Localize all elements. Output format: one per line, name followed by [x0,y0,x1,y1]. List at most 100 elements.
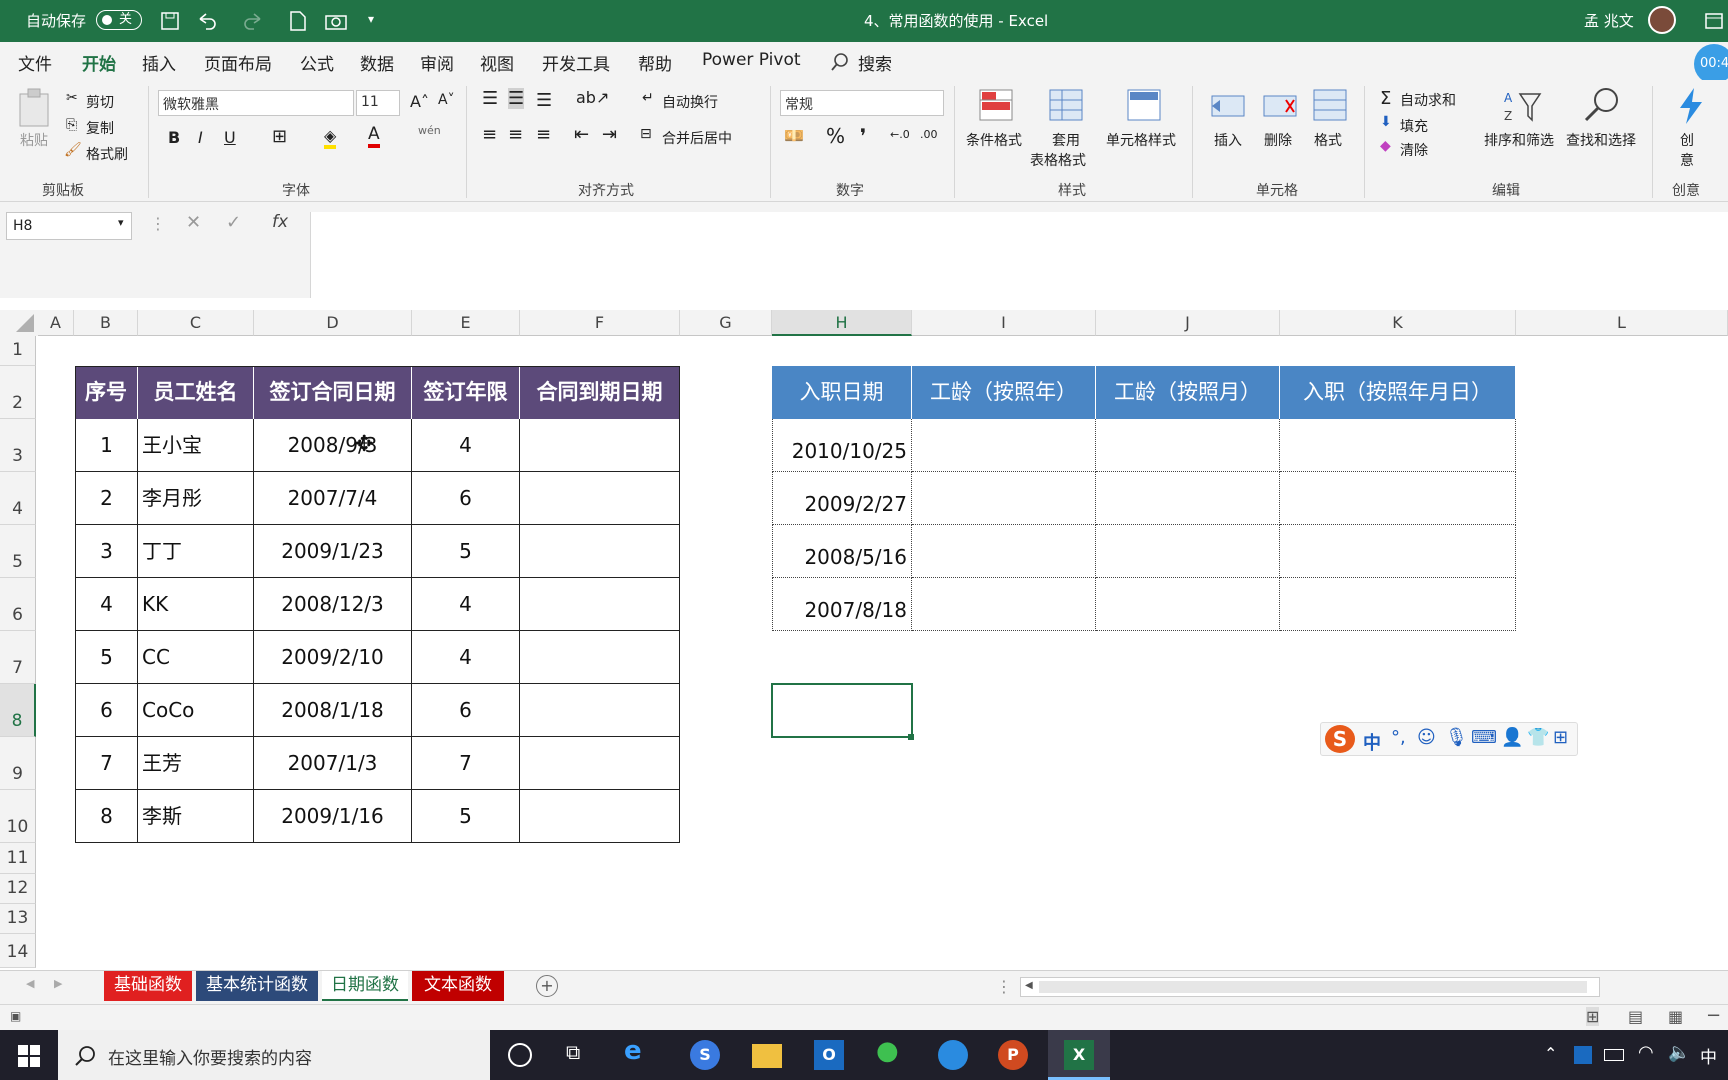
table1-cell[interactable] [520,578,680,631]
row-header-8[interactable]: 8 [0,684,36,737]
emoji-icon[interactable]: ☺ [1417,727,1436,748]
table1-cell[interactable]: 6 [412,684,520,737]
tray-chevron-icon[interactable]: ⌃ [1544,1044,1557,1063]
tab-developer[interactable]: 开发工具 [542,50,610,75]
format-painter-icon[interactable]: 🖌 [64,142,82,158]
table1-cell[interactable] [520,419,680,472]
table2-cell[interactable] [1280,578,1516,631]
conditional-format-button[interactable]: 条件格式 [966,130,1022,150]
normal-view-icon[interactable]: ⊞ [1586,1007,1600,1026]
row-header-7[interactable]: 7 [0,631,36,684]
redo-icon[interactable] [240,11,270,31]
table1-cell[interactable]: 6 [75,684,138,737]
row-header-13[interactable]: 13 [0,904,36,934]
new-file-icon[interactable] [288,10,308,32]
ribbon-display-icon[interactable] [1704,11,1724,31]
increase-indent-icon[interactable]: ⇥ [602,124,617,145]
column-header-d[interactable]: D [254,310,412,336]
feishu-icon[interactable] [938,1040,968,1070]
conditional-format-icon[interactable] [978,88,1014,122]
table1-cell[interactable] [520,472,680,525]
find-select-icon[interactable] [1582,86,1622,124]
row-header-9[interactable]: 9 [0,737,36,790]
fill-button[interactable]: 填充 [1400,116,1428,136]
excel-taskbar-icon[interactable]: X [1048,1030,1110,1080]
table1-header-3[interactable]: 签订年限 [412,366,520,419]
row-header-2[interactable]: 2 [0,366,36,419]
column-header-j[interactable]: J [1096,310,1280,336]
create-button-1[interactable]: 创 [1680,130,1694,150]
format-cells-icon[interactable] [1312,88,1348,122]
row-header-6[interactable]: 6 [0,578,36,631]
paste-icon[interactable] [16,86,52,130]
scroll-right-icon[interactable]: ▶ [54,977,62,990]
ime-toolbar[interactable]: S 中 °, ☺ 🎙 ⌨ 👤 👕 ⊞ [1320,722,1578,756]
table1-header-1[interactable]: 员工姓名 [138,366,254,419]
table1-cell[interactable] [520,684,680,737]
table2-cell[interactable] [912,419,1096,472]
zoom-out-icon[interactable]: − [1706,1005,1721,1026]
table1-cell[interactable] [520,631,680,684]
table2-cell[interactable]: 2008/5/16 [772,525,912,578]
ime-mode-label[interactable]: 中 [1363,729,1381,755]
undo-icon[interactable] [196,11,226,31]
table1-cell[interactable]: 3 [75,525,138,578]
skin-icon[interactable]: 👕 [1527,727,1549,748]
table1-cell[interactable]: CoCo [138,684,254,737]
powerpoint-icon[interactable]: P [998,1040,1028,1070]
table1-cell[interactable]: 8 [75,790,138,843]
tray-outlook-icon[interactable] [1574,1046,1592,1064]
column-header-i[interactable]: I [912,310,1096,336]
ie-icon[interactable]: e [624,1036,642,1066]
cell-styles-button[interactable]: 单元格样式 [1106,130,1176,150]
table1-cell[interactable]: 1 [75,419,138,472]
font-name-select[interactable]: 微软雅黑 [158,90,354,116]
create-button-2[interactable]: 意 [1680,150,1694,170]
table1-cell[interactable]: 6 [412,472,520,525]
font-size-select[interactable]: 11 [356,90,400,116]
page-break-view-icon[interactable]: ▦ [1668,1007,1683,1026]
table1-cell[interactable]: 4 [412,631,520,684]
fill-color-icon[interactable]: ◈ [324,126,337,149]
table2-cell[interactable] [1096,578,1280,631]
table2-cell[interactable] [912,472,1096,525]
table2-cell[interactable] [912,578,1096,631]
merge-center-button[interactable]: 合并后居中 [662,128,732,148]
table2-header-2[interactable]: 工龄（按照月） [1096,366,1280,419]
tab-page-layout[interactable]: 页面布局 [204,50,272,75]
tab-data[interactable]: 数据 [360,50,394,75]
delete-cells-button[interactable]: 删除 [1264,130,1292,150]
column-header-l[interactable]: L [1516,310,1728,336]
table1-cell[interactable]: 2008/12/3 [254,578,412,631]
table1-header-0[interactable]: 序号 [75,366,138,419]
table1-header-4[interactable]: 合同到期日期 [520,366,680,419]
search-icon[interactable] [830,52,850,72]
align-left-icon[interactable]: ≡ [482,124,497,145]
user-name[interactable]: 孟 兆文 [1584,10,1634,31]
tab-insert[interactable]: 插入 [142,50,176,75]
table1-cell[interactable]: 2007/1/3 [254,737,412,790]
tab-home[interactable]: 开始 [82,50,116,83]
input-lang-indicator[interactable]: 中 [1700,1043,1717,1068]
microphone-icon[interactable]: 🎙 [1445,727,1468,748]
copy-icon[interactable]: ⎘ [66,117,77,133]
bold-icon[interactable]: B [168,128,180,147]
table2-cell[interactable] [1280,472,1516,525]
select-all-corner[interactable] [0,310,38,336]
italic-icon[interactable]: I [198,128,203,147]
orientation-icon[interactable]: ab↗ [576,88,609,107]
format-painter-button[interactable]: 格式刷 [86,144,128,164]
row-header-10[interactable]: 10 [0,790,36,843]
hscroll-left-icon[interactable]: ◀ [1025,980,1033,991]
tab-power-pivot[interactable]: Power Pivot [702,50,801,70]
table1-cell[interactable]: 李月彤 [138,472,254,525]
tab-help[interactable]: 帮助 [638,50,672,75]
page-layout-view-icon[interactable]: ▤ [1628,1007,1643,1026]
column-header-c[interactable]: C [138,310,254,336]
find-select-button[interactable]: 查找和选择 [1566,130,1636,150]
search-box[interactable]: 搜索 [858,50,892,75]
decrease-decimal-icon[interactable]: .00 [920,128,938,141]
table1-cell[interactable]: 王小宝 [138,419,254,472]
tab-formulas[interactable]: 公式 [300,50,334,75]
insert-cells-button[interactable]: 插入 [1214,130,1242,150]
